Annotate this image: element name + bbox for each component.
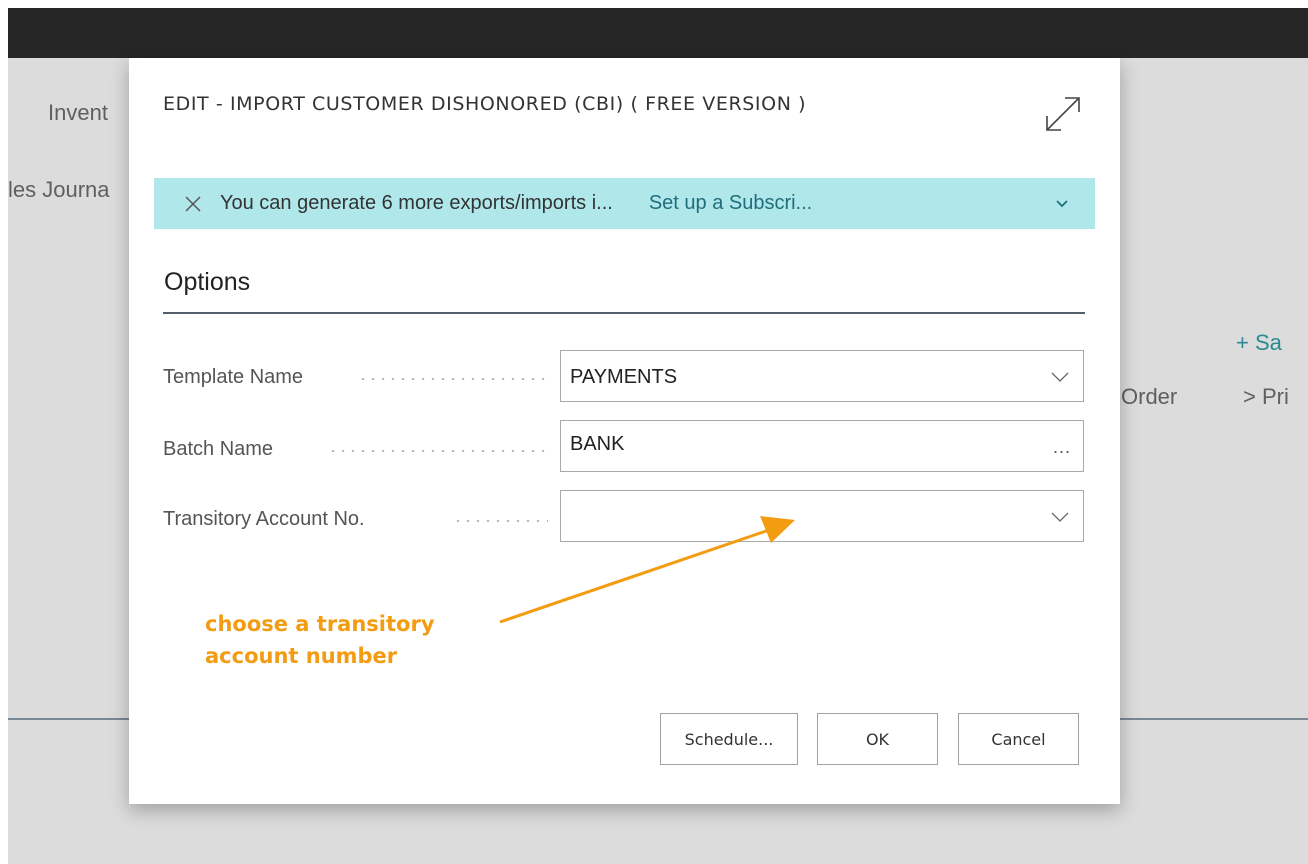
- app-top-bar: [8, 8, 1308, 58]
- banner-message: You can generate 6 more exports/imports …: [220, 192, 613, 214]
- annotation-line-1: choose a transitory: [205, 612, 435, 636]
- transitory-account-row: Transitory Account No.: [163, 490, 1093, 542]
- label-dots: [453, 520, 548, 522]
- annotation-line-2: account number: [205, 644, 398, 668]
- chevron-down-icon[interactable]: [1050, 507, 1070, 527]
- annotation-note: choose a transitory account number: [205, 608, 505, 672]
- edit-import-dialog: EDIT - IMPORT CUSTOMER DISHONORED (CBI) …: [129, 58, 1120, 804]
- subscription-banner: You can generate 6 more exports/imports …: [154, 178, 1095, 229]
- options-divider: [163, 312, 1085, 314]
- bg-order-text[interactable]: Order: [1121, 384, 1177, 410]
- lookup-ellipsis-button[interactable]: ...: [1053, 437, 1071, 458]
- dialog-title: EDIT - IMPORT CUSTOMER DISHONORED (CBI) …: [163, 93, 807, 115]
- batch-name-input[interactable]: BANK ...: [560, 420, 1084, 472]
- template-name-row: Template Name PAYMENTS: [163, 350, 1093, 402]
- chevron-down-icon[interactable]: [1054, 196, 1070, 212]
- bg-sales-journal-link[interactable]: les Journa: [8, 177, 110, 203]
- close-icon[interactable]: [182, 193, 204, 215]
- batch-name-value: BANK: [570, 433, 625, 455]
- options-section-title: Options: [164, 268, 251, 296]
- template-name-value: PAYMENTS: [570, 366, 678, 388]
- transitory-account-select[interactable]: [560, 490, 1084, 542]
- cancel-button[interactable]: Cancel: [958, 713, 1079, 765]
- schedule-button[interactable]: Schedule...: [660, 713, 798, 765]
- chevron-down-icon[interactable]: [1050, 367, 1070, 387]
- label-dots: [358, 378, 548, 380]
- bg-new-sales-action[interactable]: + Sa: [1236, 330, 1282, 356]
- transitory-account-label: Transitory Account No.: [163, 508, 365, 530]
- template-name-label: Template Name: [163, 366, 304, 388]
- expand-icon[interactable]: [1043, 94, 1083, 134]
- label-dots: [328, 450, 548, 452]
- bg-print-action[interactable]: > Pri: [1243, 384, 1289, 410]
- setup-subscription-link[interactable]: Set up a Subscri...: [649, 192, 812, 215]
- batch-name-label: Batch Name: [163, 438, 274, 460]
- batch-name-row: Batch Name BANK ...: [163, 420, 1093, 472]
- template-name-select[interactable]: PAYMENTS: [560, 350, 1084, 402]
- bg-inventory-link[interactable]: Invent: [48, 100, 108, 126]
- ok-button[interactable]: OK: [817, 713, 938, 765]
